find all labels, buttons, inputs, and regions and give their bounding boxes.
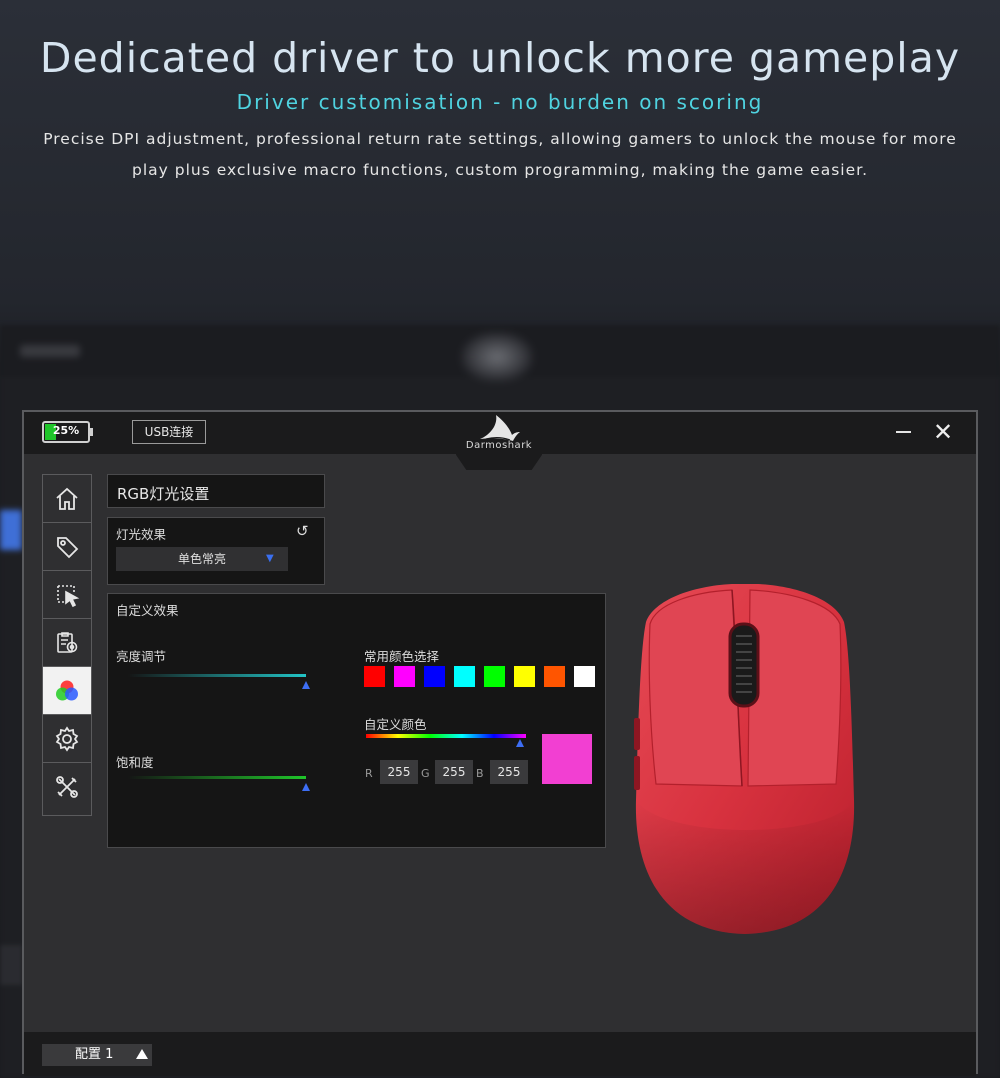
brightness-label: 亮度调节 xyxy=(116,649,167,664)
hue-slider-thumb[interactable] xyxy=(515,739,524,747)
sidebar-item-macro[interactable] xyxy=(43,619,91,667)
saturation-slider-thumb[interactable] xyxy=(302,783,310,791)
r-label: R xyxy=(365,767,373,780)
rgb-settings-header: RGB灯光设置 xyxy=(107,474,325,508)
brand-name: Darmoshark xyxy=(465,440,533,451)
profile-selector[interactable]: 配置 1 xyxy=(42,1044,152,1066)
dropdown-arrow-icon: ▼ xyxy=(266,553,274,564)
mouse-image xyxy=(634,584,855,934)
lighting-effect-label: 灯光效果 xyxy=(116,527,167,542)
background-sidebar-block xyxy=(0,945,22,985)
lighting-effect-value: 单色常亮 xyxy=(177,552,226,566)
color-swatch[interactable] xyxy=(514,666,535,687)
background-logo xyxy=(462,333,532,381)
sidebar-item-settings[interactable] xyxy=(43,715,91,763)
custom-color-label: 自定义颜色 xyxy=(364,717,427,732)
driver-window: 25% USB连接 ✕ Darmoshark RGB灯光设置 灯光效果 ↺ 单色… xyxy=(22,410,978,1076)
color-swatch[interactable] xyxy=(484,666,505,687)
sidebar-item-keys[interactable] xyxy=(43,571,91,619)
brand-tab: Darmoshark xyxy=(456,412,542,470)
reset-icon[interactable]: ↺ xyxy=(296,523,312,539)
g-label: G xyxy=(421,767,430,780)
saturation-slider[interactable] xyxy=(128,776,306,779)
home-icon xyxy=(56,487,78,510)
lighting-effect-panel: 灯光效果 ↺ 单色常亮 ▼ xyxy=(107,517,325,585)
color-swatch[interactable] xyxy=(394,666,415,687)
rgb-settings-title: RGB灯光设置 xyxy=(117,485,210,503)
common-colors-label: 常用颜色选择 xyxy=(364,649,440,664)
background-sidebar-accent xyxy=(0,510,22,550)
shark-fin-logo-icon xyxy=(480,415,520,441)
sidebar-item-rgb[interactable] xyxy=(43,667,91,715)
chevron-up-icon xyxy=(136,1049,148,1059)
close-icon[interactable]: ✕ xyxy=(930,418,956,446)
background-label xyxy=(20,345,80,357)
rgb-lighting-icon xyxy=(56,680,78,700)
color-preview xyxy=(542,734,592,784)
lighting-effect-select[interactable]: 单色常亮 ▼ xyxy=(116,547,288,571)
brightness-slider[interactable] xyxy=(128,674,306,677)
color-swatch[interactable] xyxy=(424,666,445,687)
profile-label: 配置 1 xyxy=(75,1047,114,1062)
battery-label: 25% xyxy=(52,424,80,437)
b-label: B xyxy=(476,767,484,780)
settings-gear-icon xyxy=(55,725,79,752)
footer-bar: 配置 1 xyxy=(24,1032,976,1076)
minimize-icon[interactable] xyxy=(892,420,916,444)
sidebar-item-tags[interactable] xyxy=(43,523,91,571)
hero-title: Dedicated driver to unlock more gameplay xyxy=(39,34,961,82)
hue-slider[interactable] xyxy=(366,734,526,738)
color-swatch[interactable] xyxy=(364,666,385,687)
battery-cap xyxy=(90,428,93,436)
usb-connect-button[interactable]: USB连接 xyxy=(132,420,206,444)
custom-effect-panel: 自定义效果 亮度调节 饱和度 常用颜色选择 自定义颜色 R 255 G 255 … xyxy=(107,593,606,848)
hero-subtitle: Driver customisation - no burden on scor… xyxy=(236,90,764,114)
color-swatch[interactable] xyxy=(544,666,565,687)
sidebar-item-home[interactable] xyxy=(43,475,91,523)
tools-icon xyxy=(56,776,78,798)
color-swatch[interactable] xyxy=(574,666,595,687)
hero-description: Precise DPI adjustment, professional ret… xyxy=(43,130,957,179)
g-input[interactable]: 255 xyxy=(435,760,473,784)
custom-effect-label: 自定义效果 xyxy=(116,603,179,618)
r-input[interactable]: 255 xyxy=(380,760,418,784)
b-input[interactable]: 255 xyxy=(490,760,528,784)
sidebar xyxy=(42,474,92,816)
macro-clipboard-icon xyxy=(57,631,78,653)
saturation-label: 饱和度 xyxy=(116,755,154,770)
tag-icon xyxy=(57,536,79,558)
brightness-slider-thumb[interactable] xyxy=(302,681,310,689)
battery-indicator: 25% xyxy=(42,421,90,443)
color-swatch[interactable] xyxy=(454,666,475,687)
sidebar-item-tools[interactable] xyxy=(43,763,91,811)
cursor-select-icon xyxy=(57,584,80,607)
